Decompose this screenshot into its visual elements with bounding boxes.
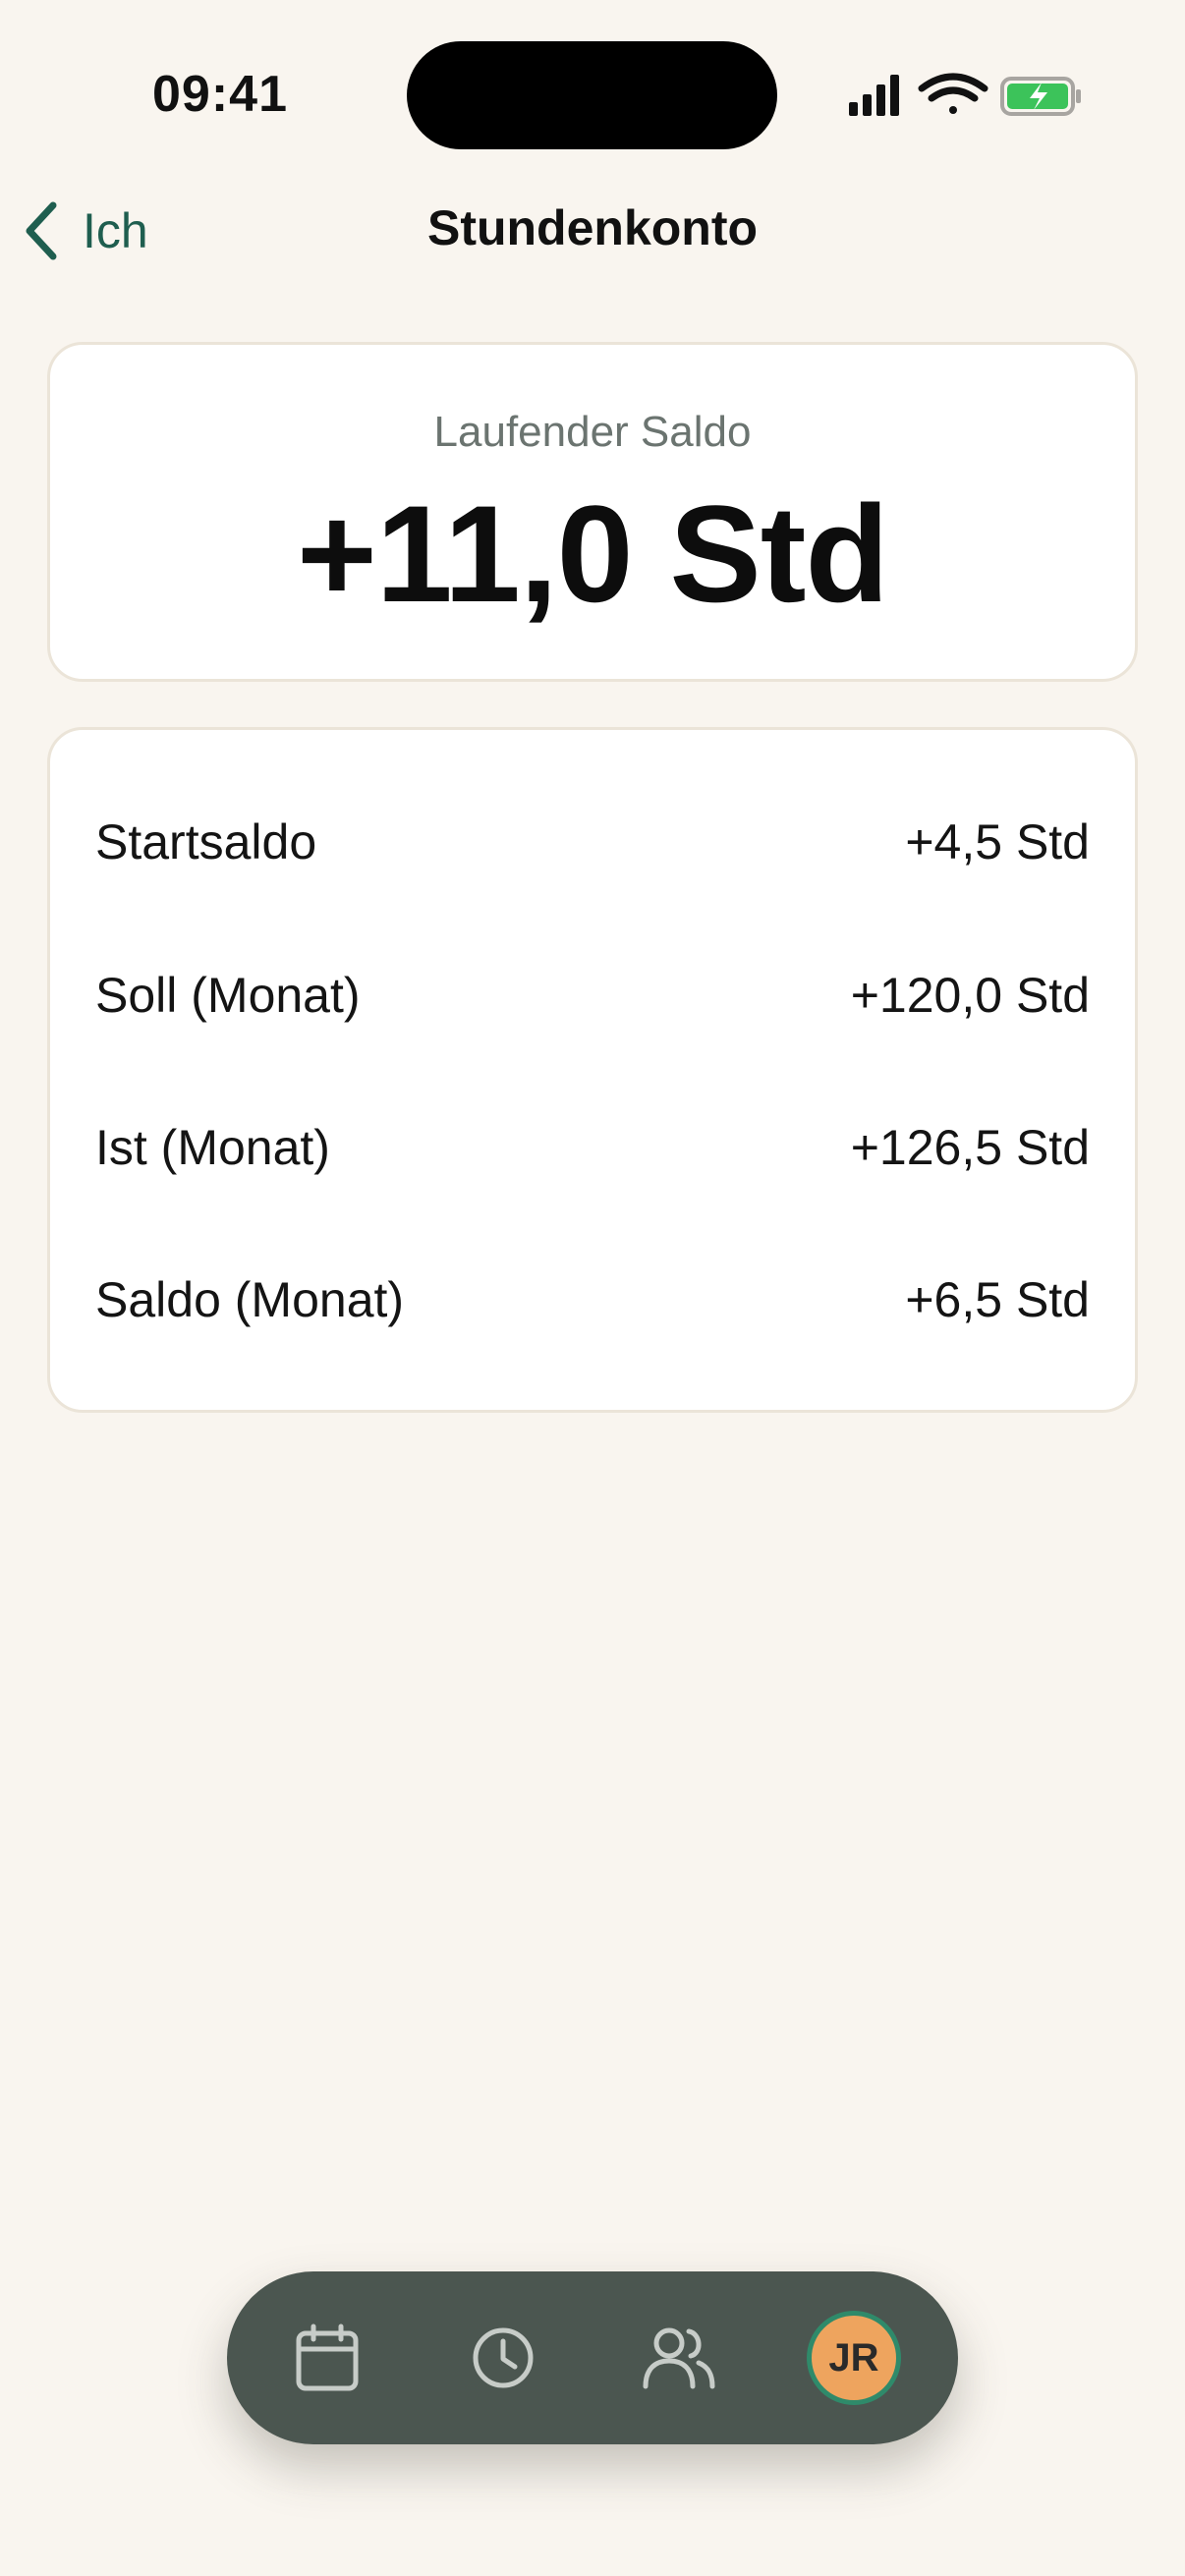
status-time: 09:41 [152,66,288,123]
detail-label: Startsaldo [95,814,317,869]
tab-time[interactable] [454,2309,552,2407]
detail-row-ist: Ist (Monat) +126,5 Std [95,1108,1090,1187]
detail-row-soll: Soll (Monat) +120,0 Std [95,956,1090,1035]
balance-card: Laufender Saldo +11,0 Std [47,342,1138,682]
detail-value: +4,5 Std [905,814,1090,869]
dynamic-island [407,41,777,149]
detail-value: +126,5 Std [850,1120,1090,1175]
tab-team[interactable] [630,2309,728,2407]
clock-icon [473,2327,534,2388]
people-icon [643,2327,715,2389]
detail-label: Ist (Monat) [95,1120,330,1175]
avatar-initials: JR [828,2335,879,2380]
calendar-icon [296,2324,359,2391]
tab-bar: JR [227,2271,958,2444]
balance-value: +11,0 Std [297,476,889,631]
status-icons [849,73,1081,116]
signal-icon [849,75,899,116]
detail-value: +6,5 Std [905,1272,1090,1327]
battery-icon [1000,77,1081,116]
detail-label: Saldo (Monat) [95,1272,405,1327]
details-card: Startsaldo +4,5 Std Soll (Monat) +120,0 … [47,727,1138,1413]
tab-calendar[interactable] [278,2309,376,2407]
detail-label: Soll (Monat) [95,968,361,1023]
detail-row-startsaldo: Startsaldo +4,5 Std [95,803,1090,881]
avatar[interactable]: JR [807,2311,901,2405]
page-title: Stundenkonto [426,200,759,255]
screen: 09:41 Ich Stundenkonto Laufender Saldo +… [0,0,1185,2576]
detail-row-saldo: Saldo (Monat) +6,5 Std [95,1260,1090,1339]
detail-value: +120,0 Std [850,968,1090,1023]
balance-label: Laufender Saldo [433,408,752,456]
wifi-icon [918,73,988,114]
